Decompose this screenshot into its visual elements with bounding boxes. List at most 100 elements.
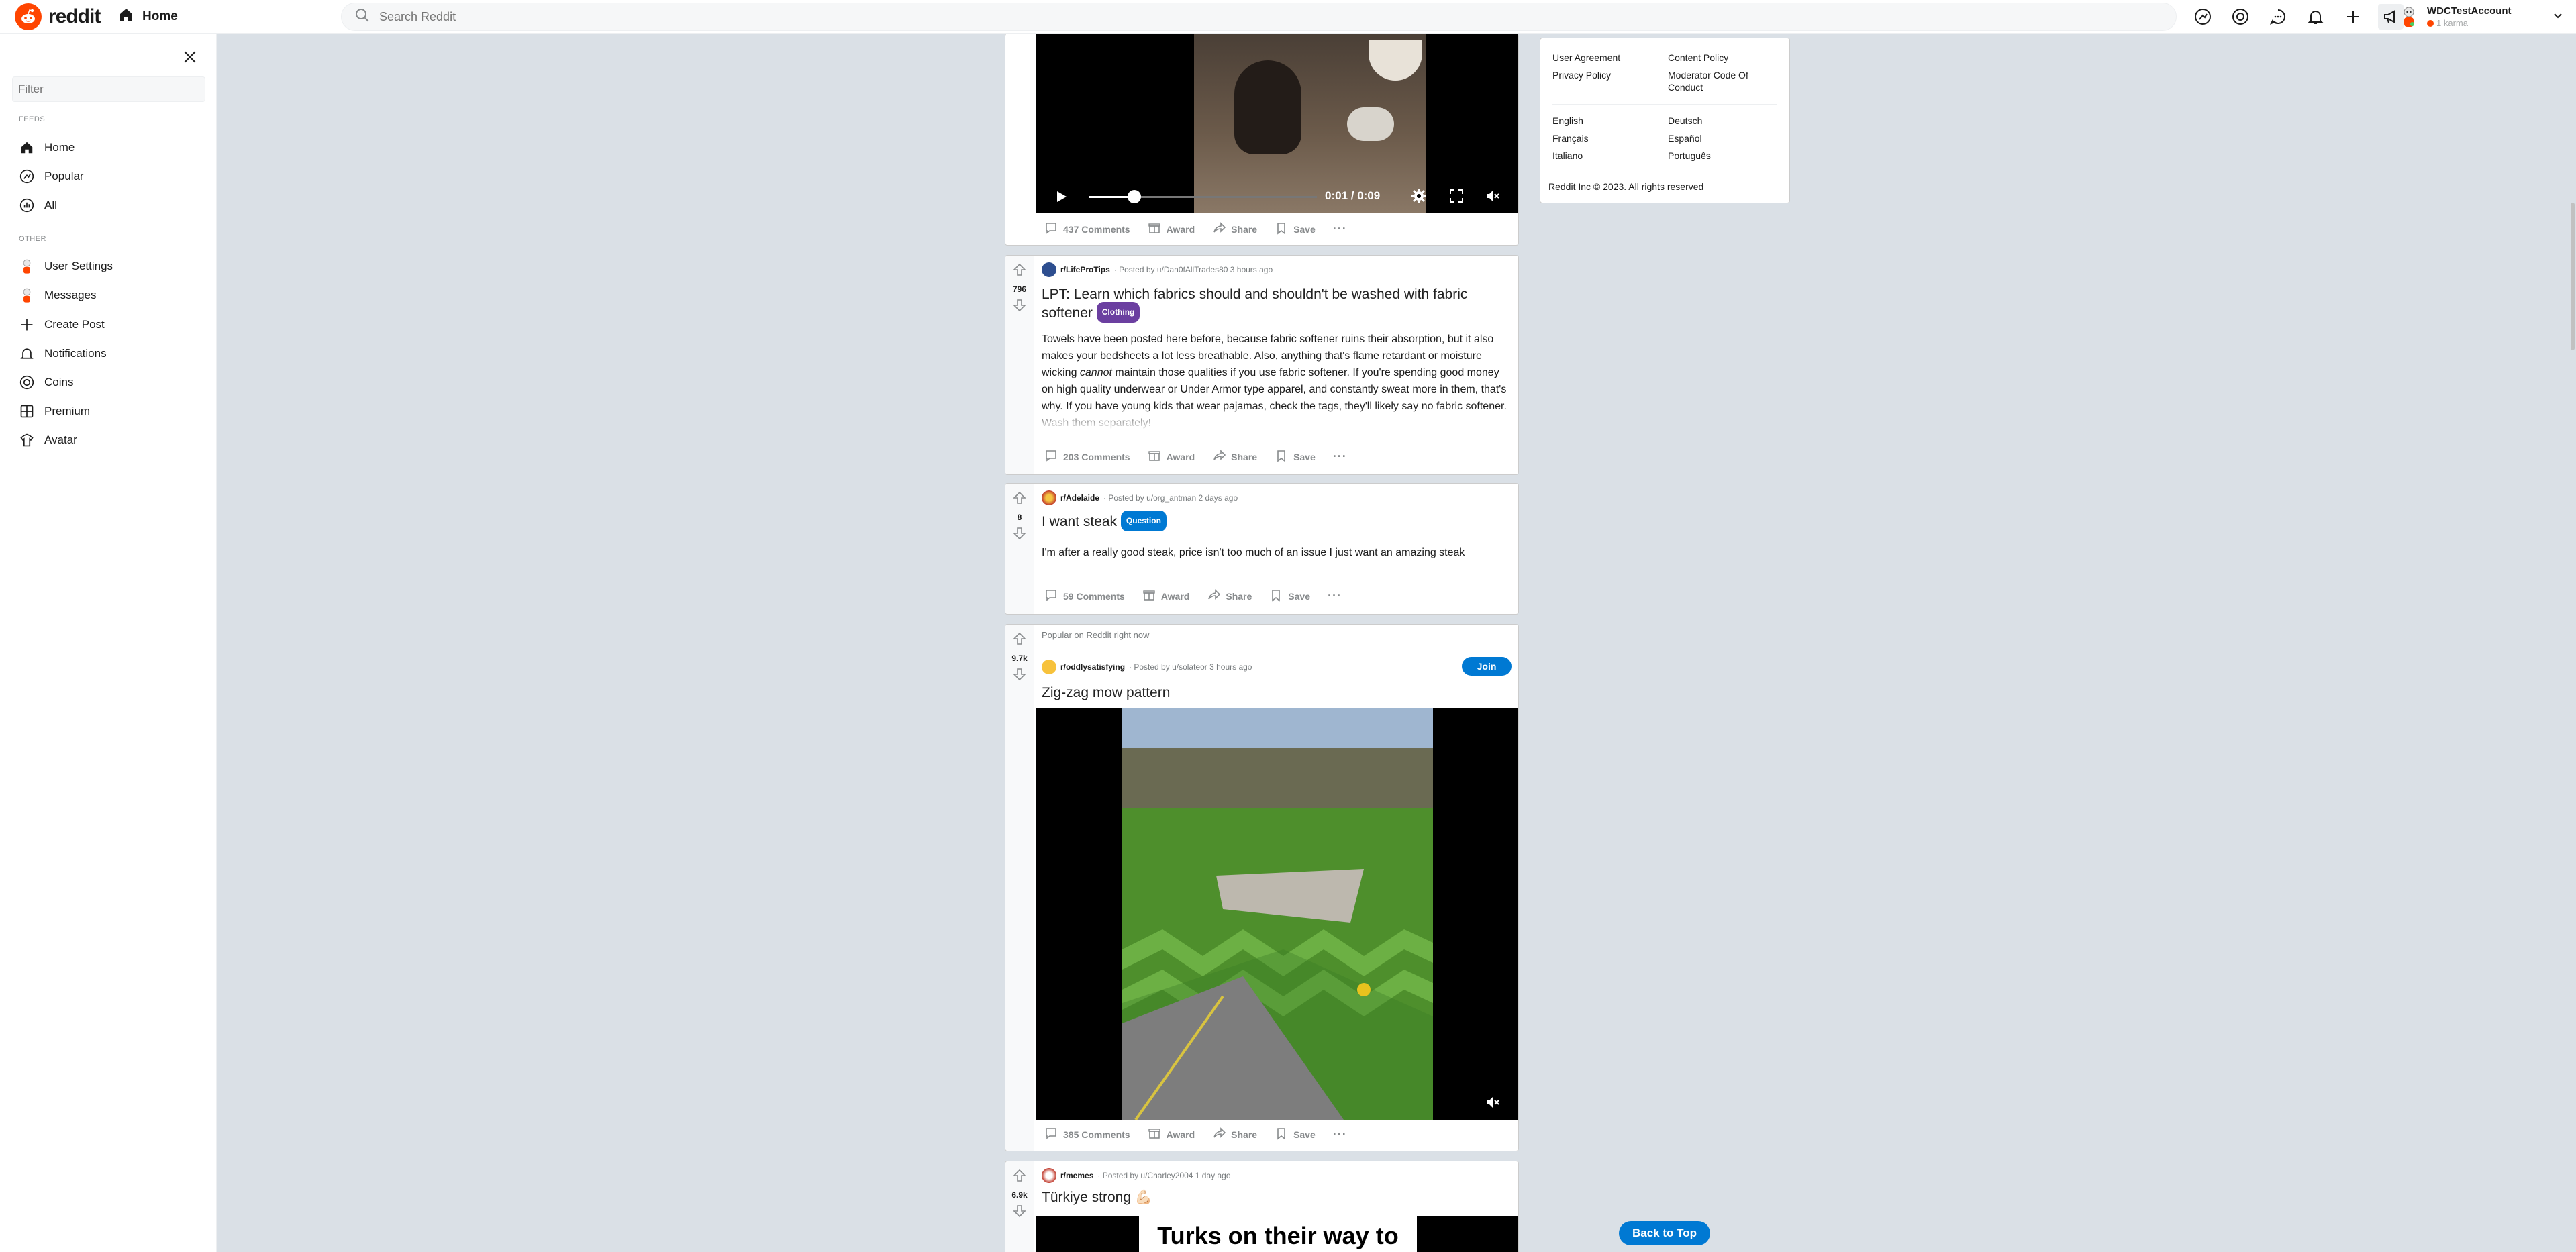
coins-icon[interactable]: [2228, 4, 2253, 30]
lang-french[interactable]: Français: [1552, 132, 1589, 144]
comments-button[interactable]: 385 Comments: [1039, 1123, 1136, 1146]
sidebar-item-notifications[interactable]: Notifications: [19, 342, 207, 366]
comments-button[interactable]: 437 Comments: [1039, 217, 1136, 241]
mute-icon[interactable]: [1485, 1094, 1501, 1114]
post-flair[interactable]: Question: [1120, 511, 1167, 531]
award-button[interactable]: Award: [1142, 445, 1201, 468]
subreddit-icon[interactable]: [1042, 1168, 1056, 1183]
sidebar-item-home[interactable]: Home: [19, 136, 207, 160]
page-scrollbar[interactable]: [2571, 203, 2575, 350]
sidebar-item-create-post[interactable]: Create Post: [19, 313, 207, 337]
sidebar-item-user-settings[interactable]: User Settings: [19, 254, 207, 278]
lang-italian[interactable]: Italiano: [1552, 150, 1583, 162]
more-options-icon[interactable]: ···: [1328, 446, 1352, 468]
post-meta: r/LifeProTips · Posted by u/Dan0fAllTrad…: [1042, 262, 1273, 277]
more-options-icon[interactable]: ···: [1328, 218, 1352, 240]
upvote-icon[interactable]: [1012, 262, 1027, 280]
close-icon[interactable]: [180, 47, 200, 67]
post-card[interactable]: 0:01 / 0:09 437 Comments Award Share Sav…: [1005, 34, 1519, 246]
mute-icon[interactable]: [1485, 188, 1501, 207]
subreddit-icon[interactable]: [1042, 490, 1056, 505]
back-to-top-button[interactable]: Back to Top: [1619, 1221, 1710, 1245]
post-title[interactable]: I want steak Question: [1042, 511, 1512, 533]
video-progress-handle[interactable]: [1128, 190, 1141, 203]
settings-gear-icon[interactable]: [1411, 188, 1427, 207]
more-options-icon[interactable]: ···: [1328, 1123, 1352, 1145]
karma-count: 1 karma: [2427, 18, 2512, 28]
chat-icon[interactable]: [2265, 4, 2291, 30]
subreddit-link[interactable]: r/Adelaide: [1060, 493, 1099, 503]
reddit-logo[interactable]: reddit: [15, 3, 101, 30]
save-button[interactable]: Save: [1269, 445, 1321, 468]
upvote-icon[interactable]: [1012, 631, 1027, 649]
sidebar-item-popular[interactable]: Popular: [19, 164, 207, 189]
meme-image[interactable]: Turks on their way to: [1036, 1216, 1518, 1252]
share-button[interactable]: Share: [1207, 1123, 1262, 1146]
filter-input[interactable]: [12, 76, 205, 102]
comments-button[interactable]: 59 Comments: [1039, 584, 1130, 608]
footer-link-user-agreement[interactable]: User Agreement: [1552, 52, 1620, 64]
more-options-icon[interactable]: ···: [1322, 585, 1347, 607]
share-button[interactable]: Share: [1207, 445, 1262, 468]
save-button[interactable]: Save: [1264, 584, 1316, 608]
notifications-bell-icon[interactable]: [2303, 4, 2328, 30]
post-title[interactable]: LPT: Learn which fabrics should and shou…: [1042, 285, 1512, 324]
search-icon: [355, 8, 370, 26]
popular-icon[interactable]: [2190, 4, 2216, 30]
award-button[interactable]: Award: [1137, 584, 1195, 608]
footer-link-content-policy[interactable]: Content Policy: [1668, 52, 1728, 64]
play-icon[interactable]: [1054, 189, 1069, 207]
share-button[interactable]: Share: [1207, 217, 1262, 241]
fullscreen-icon[interactable]: [1448, 188, 1465, 207]
downvote-icon[interactable]: [1012, 526, 1027, 544]
subreddit-icon[interactable]: [1042, 262, 1056, 277]
post-text: I'm after a really good steak, price isn…: [1042, 547, 1465, 558]
subreddit-link[interactable]: r/LifeProTips: [1060, 265, 1110, 274]
upvote-icon[interactable]: [1012, 1168, 1027, 1186]
share-label: Share: [1231, 223, 1258, 235]
create-post-plus-icon[interactable]: [2340, 4, 2366, 30]
video-player[interactable]: [1036, 708, 1518, 1120]
post-card[interactable]: 796 r/LifeProTips · Posted by u/Dan0fAll…: [1005, 255, 1519, 475]
search-bar[interactable]: [341, 3, 2177, 31]
sidebar-item-avatar[interactable]: Avatar: [19, 428, 207, 452]
home-dropdown[interactable]: Home: [118, 5, 178, 28]
award-button[interactable]: Award: [1142, 1123, 1201, 1146]
footer-link-moderator-code[interactable]: Moderator Code Of Conduct: [1668, 69, 1769, 93]
downvote-icon[interactable]: [1012, 1204, 1027, 1222]
downvote-icon[interactable]: [1012, 298, 1027, 316]
subreddit-link[interactable]: r/oddlysatisfying: [1060, 662, 1125, 672]
upvote-icon[interactable]: [1012, 490, 1027, 509]
video-player[interactable]: 0:01 / 0:09: [1036, 34, 1518, 213]
post-card[interactable]: 9.7k Popular on Reddit right now r/oddly…: [1005, 624, 1519, 1151]
sidebar-item-all[interactable]: All: [19, 193, 207, 217]
lang-portuguese[interactable]: Português: [1668, 150, 1711, 162]
post-card[interactable]: 6.9k r/memes · Posted by u/Charley2004 1…: [1005, 1161, 1519, 1252]
vote-column: 6.9k: [1005, 1161, 1034, 1252]
share-button[interactable]: Share: [1201, 584, 1257, 608]
lang-german[interactable]: Deutsch: [1668, 115, 1702, 127]
subreddit-link[interactable]: r/memes: [1060, 1171, 1093, 1180]
post-title[interactable]: Türkiye strong 💪🏻: [1042, 1188, 1152, 1206]
footer-link-privacy-policy[interactable]: Privacy Policy: [1552, 69, 1611, 81]
award-button[interactable]: Award: [1142, 217, 1201, 241]
user-dropdown[interactable]: WDCTestAccount 1 karma: [2397, 1, 2564, 32]
lang-english[interactable]: English: [1552, 115, 1583, 127]
lang-spanish[interactable]: Español: [1668, 132, 1702, 144]
post-title[interactable]: Zig-zag mow pattern: [1042, 684, 1170, 702]
join-button[interactable]: Join: [1462, 657, 1512, 676]
save-button[interactable]: Save: [1269, 1123, 1321, 1146]
post-flair[interactable]: Clothing: [1096, 302, 1140, 323]
footer-links-card: User Agreement Privacy Policy Content Po…: [1540, 38, 1790, 203]
subreddit-icon[interactable]: [1042, 660, 1056, 674]
post-text: Towels have been posted here before, bec…: [1042, 331, 1513, 431]
post-card[interactable]: 8 r/Adelaide · Posted by u/org_antman 2 …: [1005, 483, 1519, 615]
sidebar-item-coins[interactable]: Coins: [19, 370, 207, 395]
search-input[interactable]: [379, 9, 1722, 24]
comments-button[interactable]: 203 Comments: [1039, 445, 1136, 468]
sidebar-item-messages[interactable]: Messages: [19, 283, 207, 307]
sidebar-item-premium[interactable]: Premium: [19, 399, 207, 423]
downvote-icon[interactable]: [1012, 667, 1027, 685]
save-button[interactable]: Save: [1269, 217, 1321, 241]
video-progress-track[interactable]: [1089, 190, 1317, 203]
